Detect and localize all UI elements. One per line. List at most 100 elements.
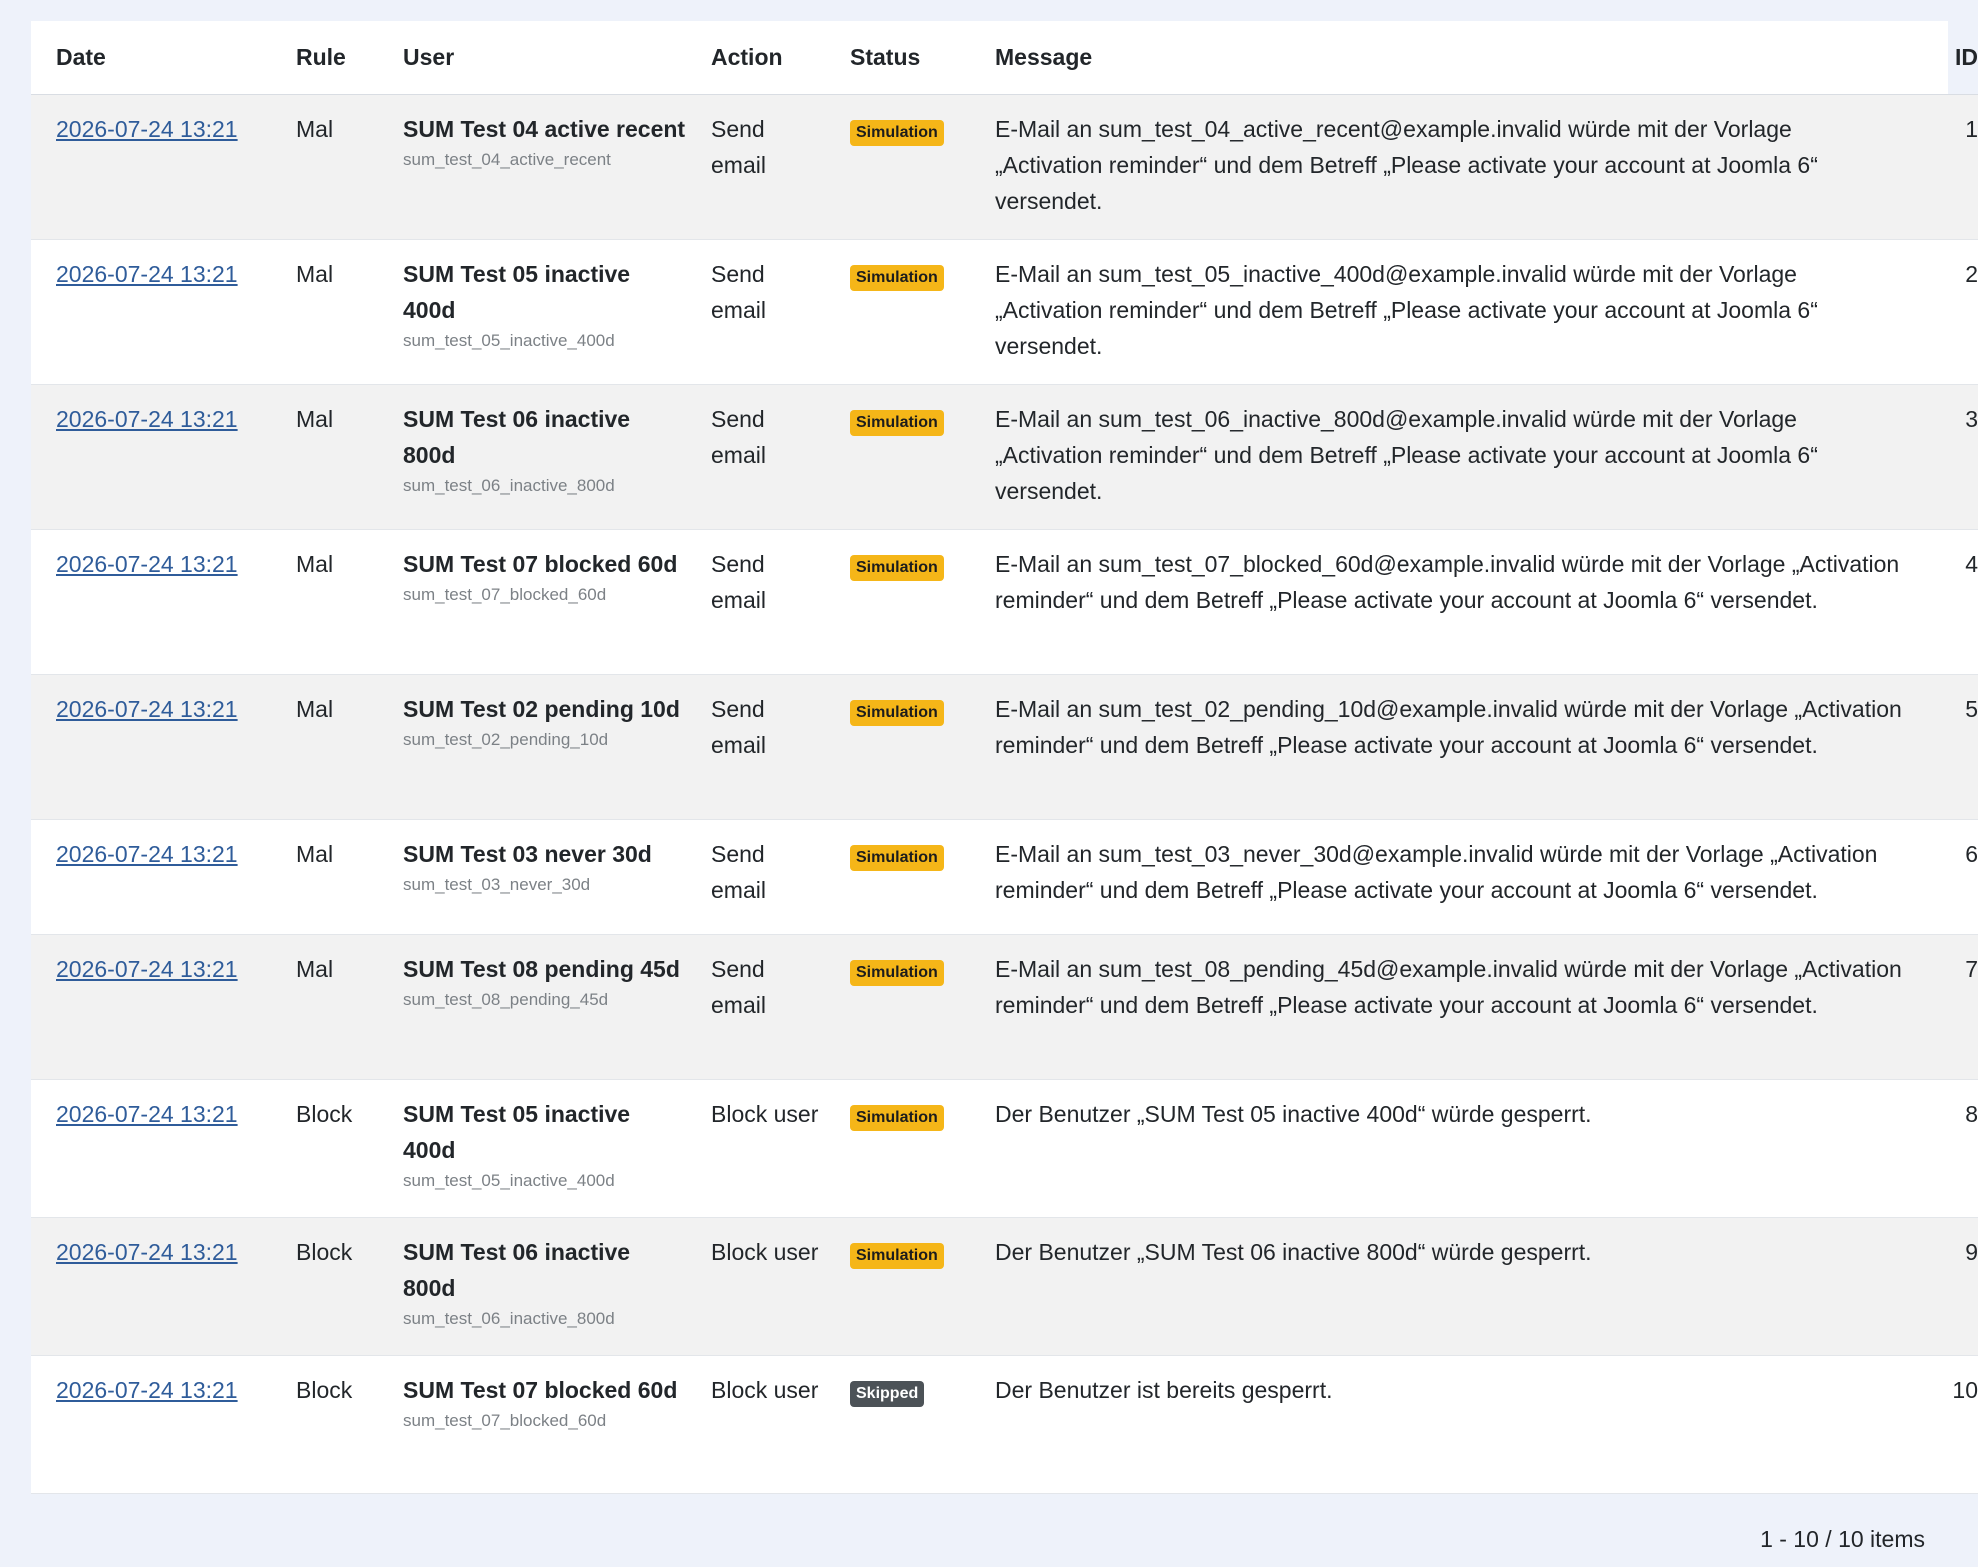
cell-message: E-Mail an sum_test_05_inactive_400d@exam… (970, 239, 1902, 385)
cell-message: E-Mail an sum_test_04_active_recent@exam… (970, 94, 1902, 240)
date-link[interactable]: 2026-07-24 13:21 (56, 1101, 238, 1127)
table-row: 2026-07-24 13:21 Mal SUM Test 05 inactive … (31, 239, 1978, 385)
cell-id: 4 (1902, 529, 1978, 675)
column-header-date[interactable]: Date (31, 21, 271, 95)
cell-rule: Mal (271, 94, 378, 240)
cell-message: E-Mail an sum_test_08_pending_45d@exampl… (970, 934, 1902, 1080)
table-header-row: Date Rule User Action Status Message ID (31, 21, 1978, 95)
cell-action: Block user (686, 1217, 825, 1356)
table-row: 2026-07-24 13:21 Block SUM Test 07 blocked… (31, 1355, 1978, 1494)
cell-id: 7 (1902, 934, 1978, 1080)
user-name: SUM Test 03 never 30d (403, 841, 652, 867)
cell-rule: Mal (271, 674, 378, 820)
cell-id: 3 (1902, 384, 1978, 530)
cell-id: 1 (1902, 94, 1978, 240)
user-name: SUM Test 05 inactive 400d (403, 261, 631, 323)
cell-date: 2026-07-24 13:21 (31, 239, 271, 385)
cell-user: SUM Test 06 inactive 800d sum_test_06_ina… (378, 384, 686, 530)
table-row: 2026-07-24 13:21 Block SUM Test 06 inactiv… (31, 1217, 1978, 1356)
column-header-action[interactable]: Action (686, 21, 825, 95)
user-name: SUM Test 08 pending 45d (403, 956, 680, 982)
cell-status: Simulation (825, 239, 970, 385)
cell-user: SUM Test 07 blocked 60d sum_test_07_block… (378, 1355, 686, 1494)
table-row: 2026-07-24 13:21 Block SUM Test 05 inactiv… (31, 1079, 1978, 1218)
cell-rule: Mal (271, 819, 378, 935)
cell-date: 2026-07-24 13:21 (31, 384, 271, 530)
user-login: sum_test_07_blocked_60d (403, 1411, 607, 1430)
log-table-card: Date Rule User Action Status Message ID … (31, 21, 1978, 1494)
column-header-user[interactable]: User (378, 21, 686, 95)
date-link[interactable]: 2026-07-24 13:21 (56, 261, 238, 287)
column-header-rule[interactable]: Rule (271, 21, 378, 95)
cell-id: 9 (1902, 1217, 1978, 1356)
cell-user: SUM Test 04 active recent sum_test_04_act… (378, 94, 686, 240)
user-name: SUM Test 07 blocked 60d (403, 1377, 678, 1403)
cell-message: Der Benutzer ist bereits gesperrt. (970, 1355, 1902, 1494)
table-row: 2026-07-24 13:21 Mal SUM Test 07 blocked 6… (31, 529, 1978, 675)
cell-status: Simulation (825, 384, 970, 530)
cell-id: 8 (1902, 1079, 1978, 1218)
user-login: sum_test_03_never_30d (403, 875, 591, 894)
status-badge: Simulation (850, 845, 944, 871)
cell-status: Simulation (825, 529, 970, 675)
cell-rule: Block (271, 1217, 378, 1356)
cell-user: SUM Test 05 inactive 400d sum_test_05_ina… (378, 239, 686, 385)
cell-date: 2026-07-24 13:21 (31, 819, 271, 935)
cell-action: Send email (686, 384, 825, 530)
date-link[interactable]: 2026-07-24 13:21 (56, 116, 238, 142)
table-row: 2026-07-24 13:21 Mal SUM Test 03 never 30d… (31, 819, 1978, 935)
user-login: sum_test_08_pending_45d (403, 990, 609, 1009)
user-login: sum_test_05_inactive_400d (403, 331, 615, 350)
cell-status: Simulation (825, 1217, 970, 1356)
date-link[interactable]: 2026-07-24 13:21 (56, 551, 238, 577)
cell-action: Block user (686, 1355, 825, 1494)
date-link[interactable]: 2026-07-24 13:21 (56, 696, 238, 722)
column-header-id[interactable]: ID (1902, 21, 1978, 95)
user-name: SUM Test 07 blocked 60d (403, 551, 678, 577)
date-link[interactable]: 2026-07-24 13:21 (56, 1377, 238, 1403)
user-name: SUM Test 04 active recent (403, 116, 686, 142)
cell-user: SUM Test 07 blocked 60d sum_test_07_block… (378, 529, 686, 675)
cell-status: Simulation (825, 934, 970, 1080)
cell-rule: Block (271, 1355, 378, 1494)
cell-date: 2026-07-24 13:21 (31, 1355, 271, 1494)
pagination-summary: 1 - 10 / 10 items (1760, 1526, 1925, 1552)
table-row: 2026-07-24 13:21 Mal SUM Test 08 pending 4… (31, 934, 1978, 1080)
cell-message: Der Benutzer „SUM Test 05 inactive 400d“… (970, 1079, 1902, 1218)
cell-message: Der Benutzer „SUM Test 06 inactive 800d“… (970, 1217, 1902, 1356)
status-badge: Skipped (850, 1381, 925, 1407)
column-header-message[interactable]: Message (970, 21, 1902, 95)
user-login: sum_test_06_inactive_800d (403, 1309, 615, 1328)
column-header-status[interactable]: Status (825, 21, 970, 95)
cell-date: 2026-07-24 13:21 (31, 94, 271, 240)
cell-action: Send email (686, 934, 825, 1080)
cell-user: SUM Test 08 pending 45d sum_test_08_pendi… (378, 934, 686, 1080)
cell-user: SUM Test 02 pending 10d sum_test_02_pendi… (378, 674, 686, 820)
cell-action: Block user (686, 1079, 825, 1218)
user-login: sum_test_07_blocked_60d (403, 585, 607, 604)
status-badge: Simulation (850, 960, 944, 986)
cell-date: 2026-07-24 13:21 (31, 529, 271, 675)
table-row: 2026-07-24 13:21 Mal SUM Test 04 active re… (31, 94, 1978, 240)
cell-id: 10 (1902, 1355, 1978, 1494)
date-link[interactable]: 2026-07-24 13:21 (56, 406, 238, 432)
status-badge: Simulation (850, 1105, 944, 1131)
user-login: sum_test_02_pending_10d (403, 730, 609, 749)
user-name: SUM Test 02 pending 10d (403, 696, 680, 722)
date-link[interactable]: 2026-07-24 13:21 (56, 841, 238, 867)
cell-rule: Mal (271, 239, 378, 385)
status-badge: Simulation (850, 700, 944, 726)
cell-action: Send email (686, 674, 825, 820)
cell-id: 6 (1902, 819, 1978, 935)
user-login: sum_test_04_active_recent (403, 150, 611, 169)
cell-user: SUM Test 03 never 30d sum_test_03_never_3… (378, 819, 686, 935)
date-link[interactable]: 2026-07-24 13:21 (56, 956, 238, 982)
cell-status: Simulation (825, 94, 970, 240)
status-badge: Simulation (850, 265, 944, 291)
cell-rule: Mal (271, 384, 378, 530)
date-link[interactable]: 2026-07-24 13:21 (56, 1239, 238, 1265)
cell-date: 2026-07-24 13:21 (31, 1217, 271, 1356)
cell-date: 2026-07-24 13:21 (31, 674, 271, 820)
user-name: SUM Test 05 inactive 400d (403, 1101, 631, 1163)
cell-status: Simulation (825, 674, 970, 820)
